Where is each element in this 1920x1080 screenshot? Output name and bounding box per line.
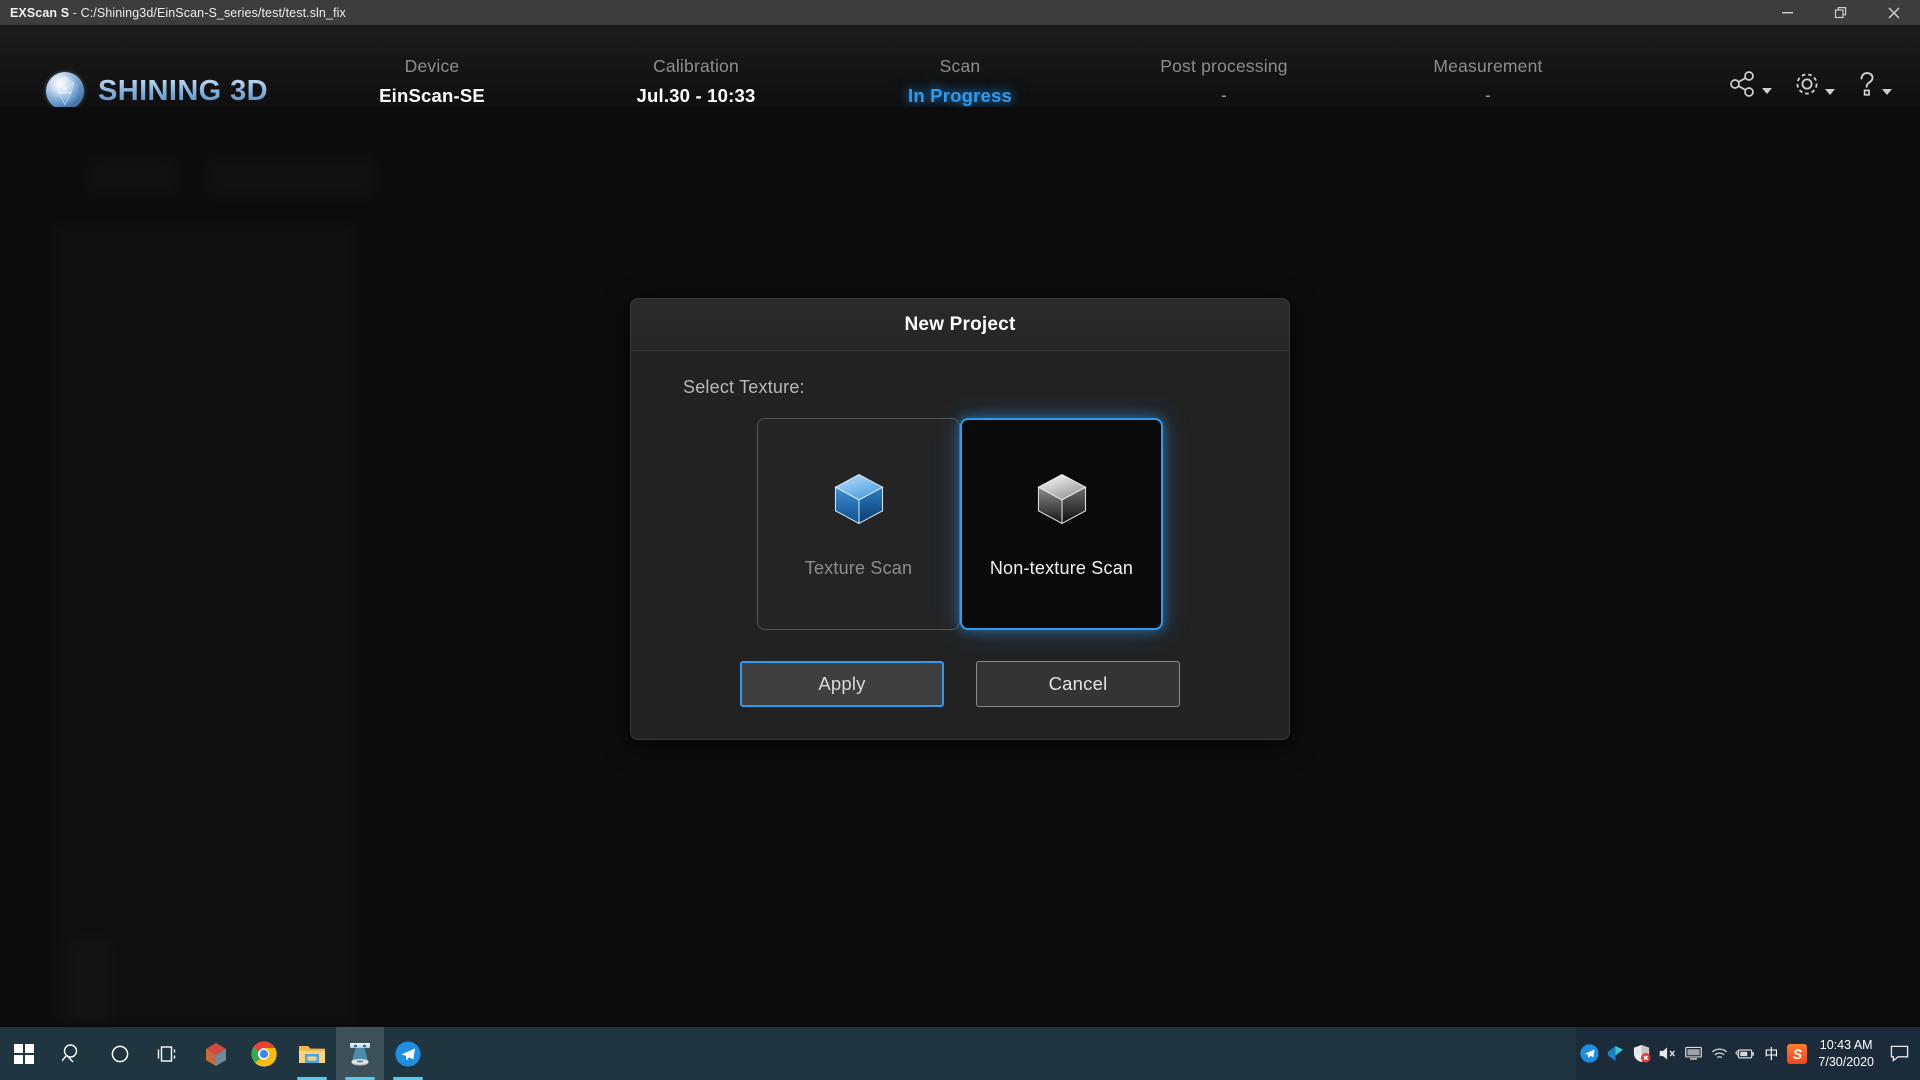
texture-options-group: Texture Scan Non-texture Scan: [683, 418, 1237, 633]
tray-defender-icon[interactable]: [1628, 1027, 1654, 1080]
settings-button[interactable]: [1786, 65, 1841, 103]
dialog-titlebar: New Project: [631, 299, 1289, 351]
background-ghost-panel: [208, 155, 376, 199]
dialog-body: Select Texture: Texture Scan Non-texture…: [631, 351, 1289, 707]
chevron-down-icon: [1825, 89, 1835, 95]
cancel-button[interactable]: Cancel: [976, 661, 1180, 707]
step-label: Measurement: [1433, 56, 1543, 76]
folder-icon: [299, 1045, 325, 1063]
start-button[interactable]: [0, 1027, 48, 1080]
tray-messenger-icon[interactable]: [1576, 1027, 1602, 1080]
window-title: EXScan S - C:/Shining3d/EinScan-S_series…: [10, 6, 346, 20]
stepper-step-scan[interactable]: Scan In Progress: [840, 50, 1080, 153]
texture-scan-label: Texture Scan: [804, 557, 913, 578]
exscan-button[interactable]: [336, 1027, 384, 1080]
exscan-application-window: EXScan S - C:/Shining3d/EinScan-S_series…: [0, 0, 1920, 1080]
stepper-step-measurement[interactable]: Measurement -: [1368, 50, 1608, 148]
window-controls: [1761, 0, 1920, 25]
new-project-dialog: New Project Select Texture: Texture Scan…: [630, 298, 1290, 740]
tray-teams-icon[interactable]: [1602, 1027, 1628, 1080]
tray-sogou-icon[interactable]: S: [1784, 1027, 1810, 1080]
chevron-down-icon: [1882, 89, 1892, 95]
minimize-button[interactable]: [1761, 0, 1814, 25]
tray-network-icon[interactable]: [1706, 1027, 1732, 1080]
minimize-icon: [1782, 12, 1793, 14]
tray-ime-indicator[interactable]: 中: [1758, 1027, 1784, 1080]
window-title-separator: -: [72, 5, 78, 20]
chevron-down-icon: [1762, 88, 1772, 94]
clock[interactable]: 10:43 AM 7/30/2020: [1818, 1037, 1874, 1071]
apply-button[interactable]: Apply: [740, 661, 944, 707]
close-button[interactable]: [1867, 0, 1920, 25]
background-ghost-panel: [88, 157, 180, 197]
search-icon: [61, 1044, 77, 1063]
app-header: SHINING 3D ® Device EinScan-SE Calibrati…: [0, 25, 1920, 153]
step-label: Device: [404, 56, 460, 76]
tray-volume-icon[interactable]: [1654, 1027, 1680, 1080]
help-icon: [1860, 72, 1874, 96]
step-value: EinScan-SE: [379, 85, 485, 106]
messenger-button[interactable]: [384, 1027, 432, 1080]
share-button[interactable]: [1723, 66, 1778, 102]
non-texture-scan-label: Non-texture Scan: [989, 557, 1134, 578]
background-ghost-panel: [52, 222, 357, 1024]
blue-paperplane-icon: [395, 1041, 421, 1066]
step-label: Calibration: [653, 56, 739, 76]
step-value: Jul.30 - 10:33: [636, 85, 756, 106]
task-view-button[interactable]: [144, 1027, 192, 1080]
gray-cube-icon: [1036, 473, 1087, 524]
dialog-actions: Apply Cancel: [683, 661, 1237, 707]
clock-time: 10:43 AM: [1819, 1037, 1873, 1052]
select-texture-label: Select Texture:: [683, 377, 805, 397]
step-value: -: [1484, 85, 1492, 105]
window-title-app-name: EXScan S: [10, 5, 70, 20]
chrome-button[interactable]: [240, 1027, 288, 1080]
windows-logo-icon: [14, 1043, 34, 1064]
blue-cube-icon: [833, 473, 884, 524]
texture-scan-option[interactable]: Texture Scan: [757, 418, 960, 630]
tray-battery-icon[interactable]: [1732, 1027, 1758, 1080]
stepper-step-device[interactable]: Device EinScan-SE: [312, 50, 552, 148]
close-icon: [1888, 7, 1899, 18]
non-texture-scan-option[interactable]: Non-texture Scan: [960, 418, 1163, 630]
help-button[interactable]: [1849, 65, 1898, 103]
header-icon-bar: [1723, 65, 1898, 103]
clock-date: 7/30/2020: [1818, 1054, 1874, 1069]
dialog-title: New Project: [904, 313, 1016, 335]
restore-button[interactable]: [1814, 0, 1867, 25]
file-explorer-button[interactable]: [288, 1027, 336, 1080]
chrome-icon: [251, 1040, 277, 1066]
step-value: In Progress: [908, 85, 1012, 106]
tray-display-icon[interactable]: [1680, 1027, 1706, 1080]
action-center-button[interactable]: [1884, 1027, 1914, 1080]
cortana-circle-icon: [111, 1045, 129, 1062]
3d-scanner-icon: [350, 1042, 370, 1065]
cortana-button[interactable]: [96, 1027, 144, 1080]
task-view-icon: [157, 1045, 176, 1062]
restore-icon: [1834, 6, 1846, 18]
background-ghost-panel: [66, 937, 116, 1027]
paint3d-icon: [206, 1042, 226, 1066]
step-value: -: [1220, 85, 1228, 105]
share-icon: [1730, 71, 1754, 97]
paint3d-button[interactable]: [192, 1027, 240, 1080]
stepper-step-post-processing[interactable]: Post processing -: [1104, 50, 1344, 148]
window-title-path: C:/Shining3d/EinScan-S_series/test/test.…: [80, 5, 346, 20]
speech-bubble-icon: [1890, 1045, 1908, 1063]
window-titlebar: EXScan S - C:/Shining3d/EinScan-S_series…: [0, 0, 1920, 25]
search-button[interactable]: [48, 1027, 96, 1080]
step-label: Scan: [939, 56, 981, 76]
windows-taskbar: 中 S 10:43 AM 7/30/2020: [0, 1027, 1920, 1080]
system-tray: 中 S 10:43 AM 7/30/2020: [1576, 1027, 1920, 1080]
step-label: Post processing: [1160, 56, 1288, 76]
gear-icon: [1796, 73, 1818, 95]
stepper-step-calibration[interactable]: Calibration Jul.30 - 10:33: [576, 50, 816, 148]
